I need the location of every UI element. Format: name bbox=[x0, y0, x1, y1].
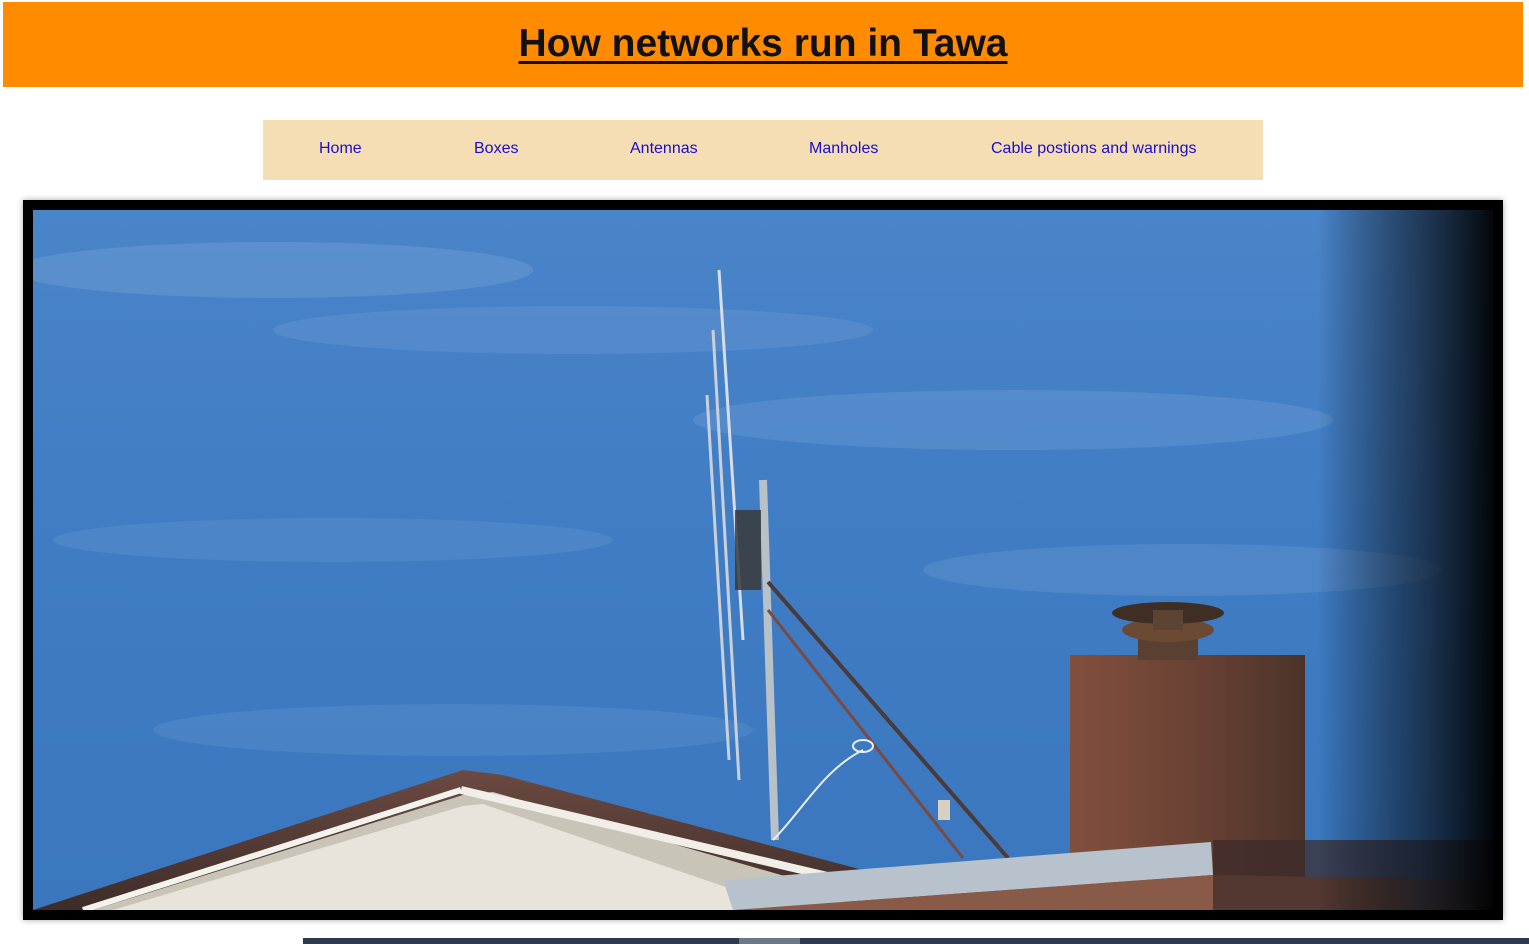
page-header: How networks run in Tawa bbox=[3, 2, 1523, 87]
photo-frame bbox=[23, 200, 1503, 920]
page-title: How networks run in Tawa bbox=[518, 22, 1008, 65]
antenna-on-roof-photo bbox=[33, 210, 1493, 910]
nav-bar: Home Boxes Antennas Manholes Cable posti… bbox=[263, 120, 1263, 180]
nav-link-cable-positions[interactable]: Cable postions and warnings bbox=[991, 140, 1196, 158]
nav-link-home[interactable]: Home bbox=[319, 140, 362, 158]
nav-link-antennas[interactable]: Antennas bbox=[630, 140, 698, 158]
nav-link-manholes[interactable]: Manholes bbox=[809, 140, 878, 158]
nav-link-boxes[interactable]: Boxes bbox=[474, 140, 518, 158]
bottom-strip bbox=[303, 938, 1529, 944]
bottom-strip-segment bbox=[739, 938, 800, 944]
